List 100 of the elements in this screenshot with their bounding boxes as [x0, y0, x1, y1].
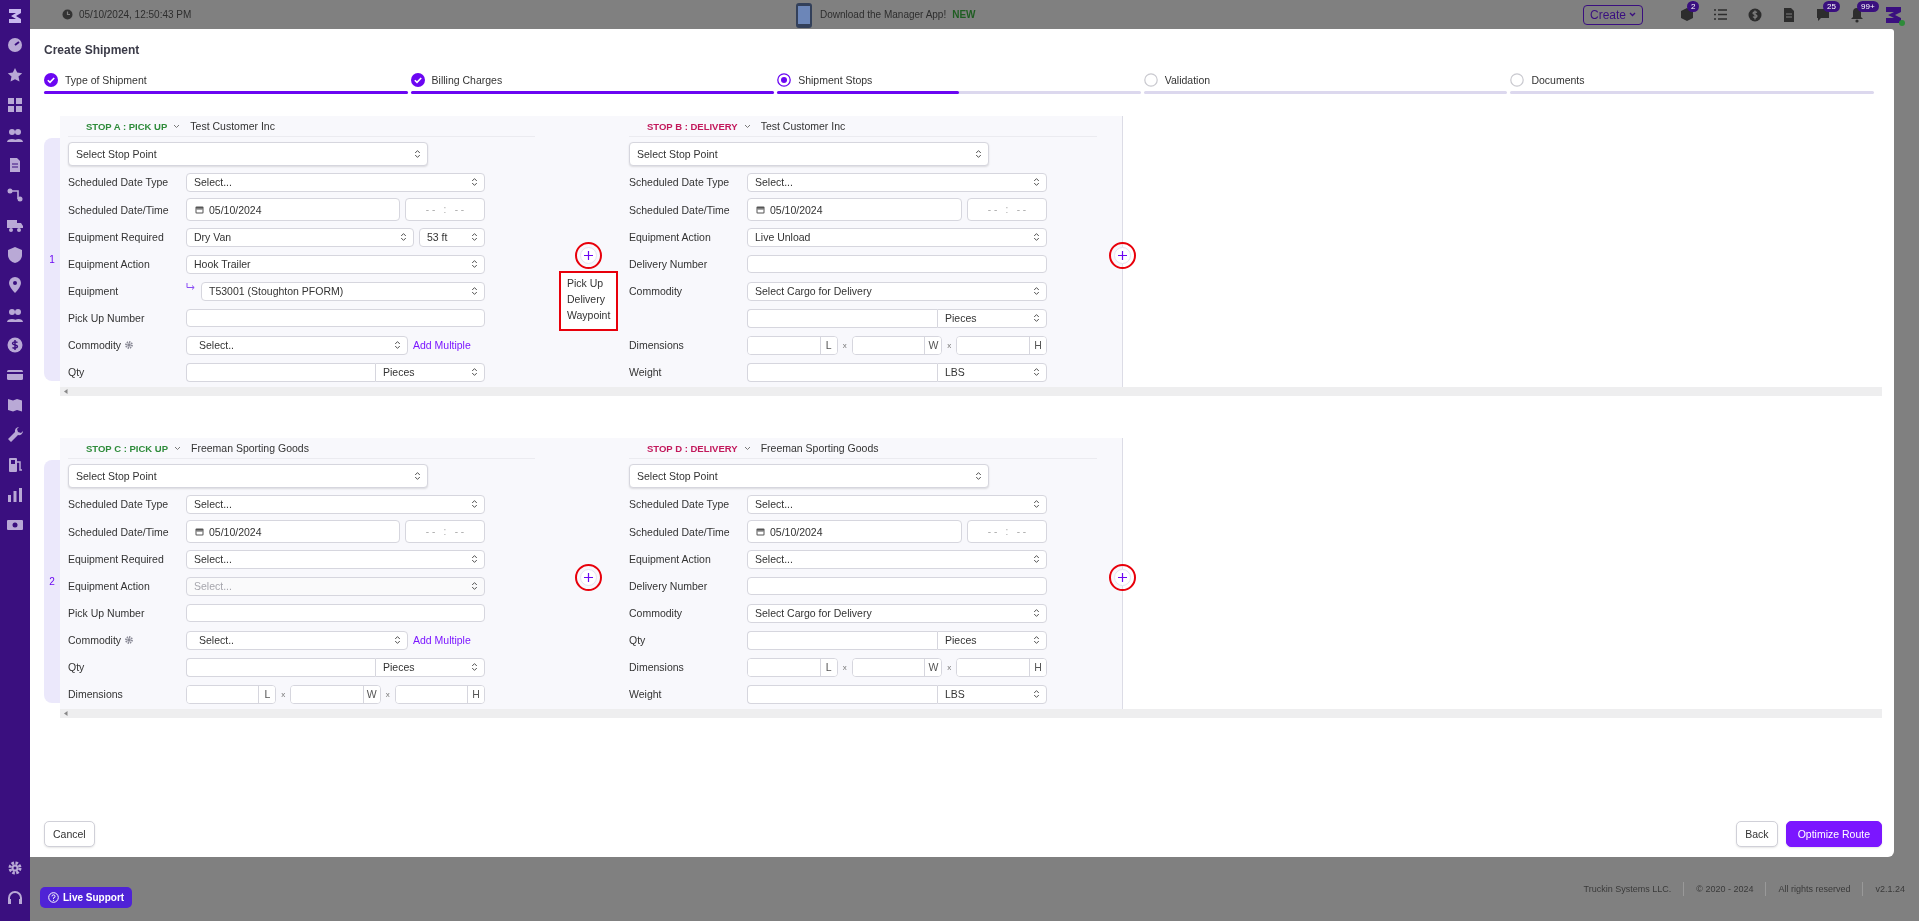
route-icon[interactable]	[6, 186, 24, 204]
map-pin-icon[interactable]	[6, 276, 24, 294]
field-label: Scheduled Date Type	[68, 176, 169, 188]
input-field[interactable]	[186, 604, 485, 622]
bar-chart-icon[interactable]	[6, 486, 24, 504]
add-multiple-link[interactable]: Add Multiple	[413, 634, 471, 646]
menu-item[interactable]: Delivery	[567, 293, 611, 305]
select-field[interactable]: Select...	[186, 549, 485, 569]
dimension-field[interactable]: H	[956, 335, 1047, 355]
select-field[interactable]: Select Cargo for Delivery	[747, 281, 1047, 301]
dimension-field[interactable]: H	[956, 657, 1047, 677]
chevron-down-icon[interactable]	[174, 445, 181, 451]
input-field[interactable]	[747, 630, 937, 650]
input-field[interactable]	[186, 309, 485, 327]
select-field[interactable]: Select Stop Point	[68, 142, 428, 166]
select-field[interactable]: T53001 (Stoughton PFORM)	[201, 281, 485, 301]
box-icon[interactable]	[1679, 6, 1695, 23]
dollar-icon[interactable]	[1747, 6, 1763, 23]
add-multiple-link[interactable]: Add Multiple	[413, 339, 471, 351]
step-tab[interactable]: Validation	[1143, 73, 1508, 94]
menu-item[interactable]: Waypoint	[567, 309, 611, 321]
select-field[interactable]: Dry Van	[186, 227, 414, 247]
select-field[interactable]: Pieces	[375, 362, 485, 382]
cancel-button[interactable]: Cancel	[44, 821, 95, 847]
select-field[interactable]: Select Stop Point	[68, 464, 428, 488]
select-field[interactable]: Select Cargo for Delivery	[747, 603, 1047, 623]
chevron-down-icon[interactable]	[743, 445, 751, 451]
document-icon[interactable]	[1781, 6, 1797, 23]
step-tab[interactable]: Documents	[1510, 73, 1874, 94]
menu-item[interactable]: Pick Up	[567, 277, 611, 289]
select-field[interactable]: Hook Trailer	[186, 254, 485, 274]
chevrons-icon	[1033, 554, 1040, 564]
select-field[interactable]: Select...	[747, 549, 1047, 569]
shield-icon[interactable]	[6, 246, 24, 264]
route-number: 1	[49, 254, 55, 265]
logo-icon[interactable]	[6, 6, 24, 24]
map-icon[interactable]	[6, 396, 24, 414]
grid-icon[interactable]	[6, 96, 24, 114]
date-field[interactable]: 05/10/2024	[747, 520, 962, 543]
scroll-bar[interactable]	[60, 709, 1882, 718]
promo-link[interactable]: Download the Manager App!	[820, 9, 947, 20]
chevron-down-icon[interactable]	[173, 123, 181, 129]
select-field[interactable]: Pieces	[937, 308, 1047, 328]
chevrons-icon	[1033, 689, 1040, 699]
wrench-icon[interactable]	[6, 426, 24, 444]
select-field[interactable]: Pieces	[937, 630, 1047, 650]
select-field[interactable]: LBS	[937, 684, 1047, 704]
input-field[interactable]	[186, 657, 375, 677]
scroll-bar[interactable]	[60, 387, 1882, 396]
back-button[interactable]: Back	[1736, 821, 1778, 847]
select-field[interactable]: Select...	[747, 494, 1047, 514]
select-field[interactable]: Pieces	[375, 657, 485, 677]
dimension-field[interactable]: L	[747, 335, 838, 355]
gauge-icon[interactable]	[6, 36, 24, 54]
input-field[interactable]	[186, 362, 375, 382]
dimension-field[interactable]: L	[747, 657, 838, 677]
people-icon[interactable]	[6, 126, 24, 144]
people-icon[interactable]	[6, 306, 24, 324]
star-icon[interactable]	[6, 66, 24, 84]
live-support-button[interactable]: Live Support	[40, 887, 133, 908]
select-field[interactable]: LBS	[937, 362, 1047, 382]
step-tab[interactable]: Type of Shipment	[44, 73, 408, 94]
step-tab[interactable]: Shipment Stops	[777, 73, 1141, 94]
scroll-left-icon[interactable]	[64, 711, 68, 716]
date-field[interactable]: 05/10/2024	[186, 520, 400, 543]
input-field[interactable]	[747, 308, 937, 328]
chevrons-icon	[1033, 499, 1040, 509]
fuel-pump-icon[interactable]	[6, 456, 24, 474]
select-field[interactable]: Live Unload	[747, 227, 1047, 247]
optimize-route-button[interactable]: Optimize Route	[1785, 821, 1882, 847]
field-label: Dimensions	[629, 339, 684, 351]
select-field[interactable]: 53 ft	[419, 227, 485, 247]
dimension-field[interactable]: W	[851, 335, 943, 355]
scroll-left-icon[interactable]	[64, 389, 68, 394]
dimension-field[interactable]: W	[290, 684, 381, 704]
input-field[interactable]	[747, 362, 937, 382]
select-field[interactable]: Select...	[186, 494, 485, 514]
date-field[interactable]: 05/10/2024	[186, 198, 400, 221]
chevron-down-icon[interactable]	[743, 123, 751, 129]
select-field[interactable]: Select...	[186, 172, 485, 192]
select-field[interactable]: Select Stop Point	[629, 142, 989, 166]
chevrons-icon	[1033, 177, 1040, 187]
input-field[interactable]	[747, 255, 1047, 273]
input-field[interactable]	[747, 577, 1047, 595]
headset-icon[interactable]	[6, 889, 24, 907]
dimension-field[interactable]: W	[851, 657, 943, 677]
dollar-icon[interactable]	[6, 336, 24, 354]
select-field[interactable]: Select...	[747, 172, 1047, 192]
select-field[interactable]: Select..	[186, 630, 408, 650]
calendar-icon	[756, 205, 765, 214]
select-field[interactable]: Select..	[186, 335, 408, 355]
select-field[interactable]: Select Stop Point	[629, 464, 989, 488]
list-icon[interactable]	[1713, 6, 1729, 23]
dimension-field[interactable]: H	[394, 684, 485, 704]
date-field[interactable]: 05/10/2024	[747, 198, 962, 221]
settings-icon[interactable]	[6, 859, 24, 877]
dimension-field[interactable]: L	[186, 684, 277, 704]
step-tab[interactable]: Billing Charges	[410, 73, 775, 94]
plus-icon	[584, 251, 593, 260]
input-field[interactable]	[747, 684, 937, 704]
